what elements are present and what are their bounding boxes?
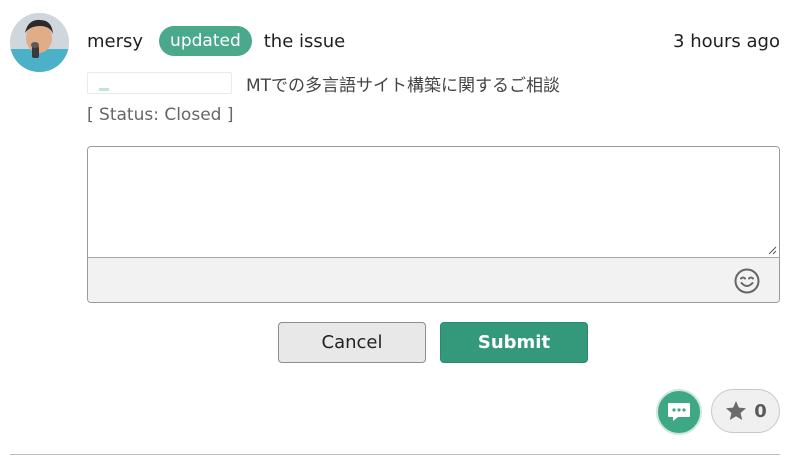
comment-editor <box>87 146 780 303</box>
star-count: 0 <box>754 400 767 422</box>
avatar-photo <box>10 13 69 72</box>
object-text: the issue <box>263 30 346 52</box>
comment-textarea[interactable] <box>88 147 779 257</box>
star-icon <box>726 401 747 420</box>
cancel-button[interactable]: Cancel <box>278 322 426 363</box>
star-button[interactable]: 0 <box>711 389 780 433</box>
issue-title-link[interactable]: MTでの多言語サイト構築に関するご相談 <box>246 71 560 96</box>
status-text: [ Status: Closed ] <box>87 105 234 125</box>
project-chip[interactable] <box>87 72 232 94</box>
activity-header: mersy updated the issue <box>87 26 345 56</box>
speech-bubble-icon <box>668 403 690 421</box>
resize-grip-icon[interactable] <box>767 245 777 255</box>
divider <box>10 454 780 455</box>
smiley-icon[interactable] <box>733 267 761 295</box>
submit-button[interactable]: Submit <box>440 322 588 363</box>
project-chip-mark <box>99 88 109 91</box>
username-link[interactable]: mersy <box>87 31 143 52</box>
issue-reference: MTでの多言語サイト構築に関するご相談 <box>87 71 560 96</box>
editor-toolbar <box>88 257 779 302</box>
comment-button[interactable] <box>656 389 702 435</box>
action-badge: updated <box>159 26 252 56</box>
timestamp[interactable]: 3 hours ago <box>673 31 780 52</box>
avatar[interactable] <box>10 13 69 72</box>
